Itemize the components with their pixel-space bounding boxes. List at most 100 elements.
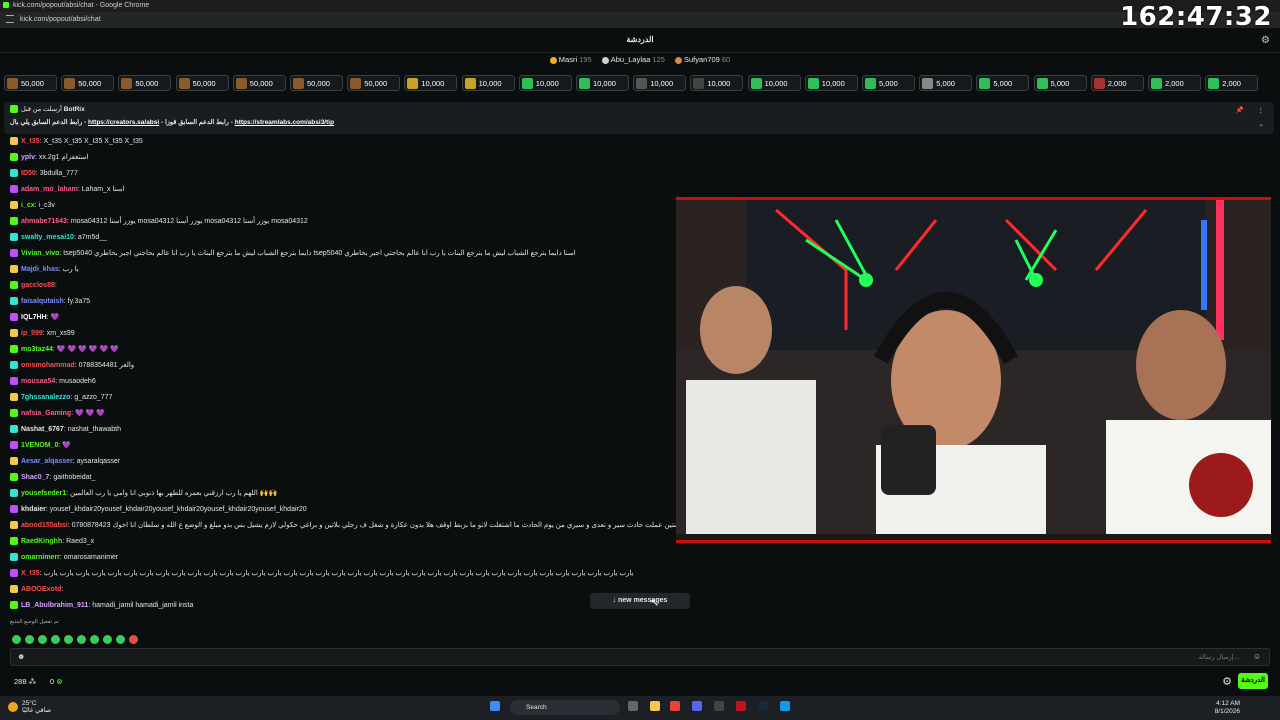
chat-username[interactable]: omarnimerr: [21, 554, 60, 561]
gift-chip[interactable]: 50,000: [175, 75, 229, 91]
pin-icon[interactable]: 📌: [1236, 106, 1244, 114]
chat-username[interactable]: ahmabe71643: [21, 218, 67, 225]
gift-chip[interactable]: 2,000: [1090, 75, 1144, 91]
chat-message: gacclos88:: [10, 280, 57, 292]
chat-username[interactable]: gacclos88: [21, 282, 55, 289]
emoji-picker-icon[interactable]: ☻: [17, 652, 25, 661]
gear-icon[interactable]: ⚙: [1222, 675, 1232, 688]
gift-chip[interactable]: 50,000: [4, 75, 57, 91]
chat-username[interactable]: nafsia_Gaming: [21, 410, 71, 417]
chevron-down-icon[interactable]: ⌄: [1259, 120, 1264, 128]
system-clock[interactable]: 4:12 AM 8/1/2026: [1215, 700, 1240, 716]
emote-icon[interactable]: [64, 635, 73, 644]
steam-icon[interactable]: [758, 701, 768, 711]
app-icon[interactable]: [736, 701, 746, 711]
gift-chip[interactable]: 2,000: [1205, 75, 1259, 91]
windows-start-icon[interactable]: [490, 701, 500, 711]
gift-chip[interactable]: 10,000: [633, 75, 687, 91]
leader-3[interactable]: Sufyan709 60: [674, 55, 730, 64]
chat-username[interactable]: ABOOExotd: [21, 586, 61, 593]
leader-2[interactable]: Abu_Laylaa 125: [601, 55, 665, 64]
task-view-icon[interactable]: [628, 701, 638, 711]
gift-chip[interactable]: 50,000: [347, 75, 401, 91]
chat-username[interactable]: abood155absi: [21, 522, 68, 529]
taskbar-search[interactable]: Search: [510, 700, 620, 715]
gift-chip[interactable]: 50,000: [118, 75, 172, 91]
support-link-streamlabs[interactable]: https://streamlabs.com/absi3/tip: [235, 119, 334, 126]
more-options-icon[interactable]: ⋮: [1258, 106, 1265, 114]
chat-username[interactable]: 1VENOM_0: [21, 442, 58, 449]
gift-chip[interactable]: 10,000: [747, 75, 801, 91]
edge-icon[interactable]: [780, 701, 790, 711]
support-link-creators[interactable]: https://creators.sa/absi: [88, 119, 159, 126]
address-bar[interactable]: kick.com/popout/absi/chat: [0, 12, 1280, 28]
emote-icon[interactable]: [38, 635, 47, 644]
chat-username[interactable]: omsmohammad: [21, 362, 75, 369]
chat-username[interactable]: ip_ll99: [21, 330, 43, 337]
chat-username[interactable]: mo3taz44: [21, 346, 53, 353]
chat-username[interactable]: 7ghssanalezzo: [21, 394, 70, 401]
chat-username[interactable]: X_t35: [21, 138, 40, 145]
kicks-balance[interactable]: 0 ⊗: [50, 677, 63, 686]
chat-username[interactable]: IQL7HH: [21, 314, 47, 321]
gift-chip[interactable]: 10,000: [690, 75, 744, 91]
chat-username[interactable]: faisalqutaish: [21, 298, 64, 305]
chat-username[interactable]: Shac0_7: [21, 474, 49, 481]
chat-username[interactable]: ID50: [21, 170, 36, 177]
chat-username[interactable]: i_cx: [21, 202, 35, 209]
gift-chip[interactable]: 5,000: [919, 75, 973, 91]
xbox-icon[interactable]: [714, 701, 724, 711]
site-settings-icon[interactable]: [6, 15, 14, 24]
gift-chip[interactable]: 5,000: [1033, 75, 1087, 91]
emote-icon[interactable]: [25, 635, 34, 644]
stream-video[interactable]: [676, 197, 1271, 543]
chat-username[interactable]: mousaa54: [21, 378, 55, 385]
pinned-author[interactable]: BotRix: [64, 106, 85, 113]
chat-username[interactable]: Nashat_6767: [21, 426, 64, 433]
gift-chip[interactable]: 10,000: [461, 75, 515, 91]
gift-chip[interactable]: 10,000: [804, 75, 858, 91]
emote-icon[interactable]: [129, 635, 138, 644]
chat-send-button[interactable]: الدردشة: [1238, 673, 1268, 689]
file-explorer-icon[interactable]: [650, 701, 660, 711]
gift-chip[interactable]: 5,000: [862, 75, 915, 91]
gift-chip[interactable]: 10,000: [404, 75, 458, 91]
chrome-icon[interactable]: [670, 701, 680, 711]
emote-icon[interactable]: [103, 635, 112, 644]
chat-username[interactable]: Vivian_vivo: [21, 250, 59, 257]
chat-title: الدردشة: [626, 35, 654, 44]
chat-username[interactable]: RaedKinghh: [21, 538, 62, 545]
chat-username[interactable]: adam_mo_laham: [21, 186, 78, 193]
emote-icon[interactable]: [77, 635, 86, 644]
user-settings-icon[interactable]: ⚙: [1261, 35, 1270, 46]
chat-input[interactable]: ☻ إرسال رسالة... ☺: [10, 648, 1270, 666]
chat-username[interactable]: swalty_mesai10: [21, 234, 74, 241]
sub-badge-icon: [10, 425, 18, 434]
leader-1[interactable]: Masri 195: [549, 55, 592, 64]
gift-chip[interactable]: 50,000: [61, 75, 115, 91]
chat-username[interactable]: X_t35: [21, 570, 40, 577]
chat-username[interactable]: Aesar_alqasser: [21, 458, 73, 465]
emote-icon[interactable]: [90, 635, 99, 644]
gift-chip[interactable]: 5,000: [976, 75, 1030, 91]
stream-timer-overlay: 162:47:32: [1120, 2, 1272, 32]
gift-chip[interactable]: 50,000: [232, 75, 286, 91]
chat-username[interactable]: yplv: [21, 154, 35, 161]
gift-icon: [293, 78, 304, 89]
chat-username[interactable]: khdaier: [21, 506, 46, 513]
gift-chip[interactable]: 10,000: [576, 75, 629, 91]
emote-icon[interactable]: [51, 635, 60, 644]
emote-icon[interactable]: [12, 635, 21, 644]
chat-username[interactable]: yousefseder1: [21, 490, 66, 497]
emote-picker-icon[interactable]: ☺: [1253, 652, 1261, 661]
gift-chip[interactable]: 50,000: [290, 75, 343, 91]
discord-icon[interactable]: [692, 701, 702, 711]
new-messages-button[interactable]: ↓ new messages: [590, 593, 690, 609]
emote-icon[interactable]: [116, 635, 125, 644]
chat-username[interactable]: Majdi_khas: [21, 266, 59, 273]
gift-chip[interactable]: 10,000: [518, 75, 572, 91]
gift-chip[interactable]: 2,000: [1148, 75, 1201, 91]
chat-username[interactable]: LB_Abulbrahim_911: [21, 602, 88, 609]
chat-message: Shac0_7: gaithobeidat_: [10, 472, 95, 484]
weather-widget[interactable]: 25°C صافي غالبًا: [22, 700, 51, 714]
